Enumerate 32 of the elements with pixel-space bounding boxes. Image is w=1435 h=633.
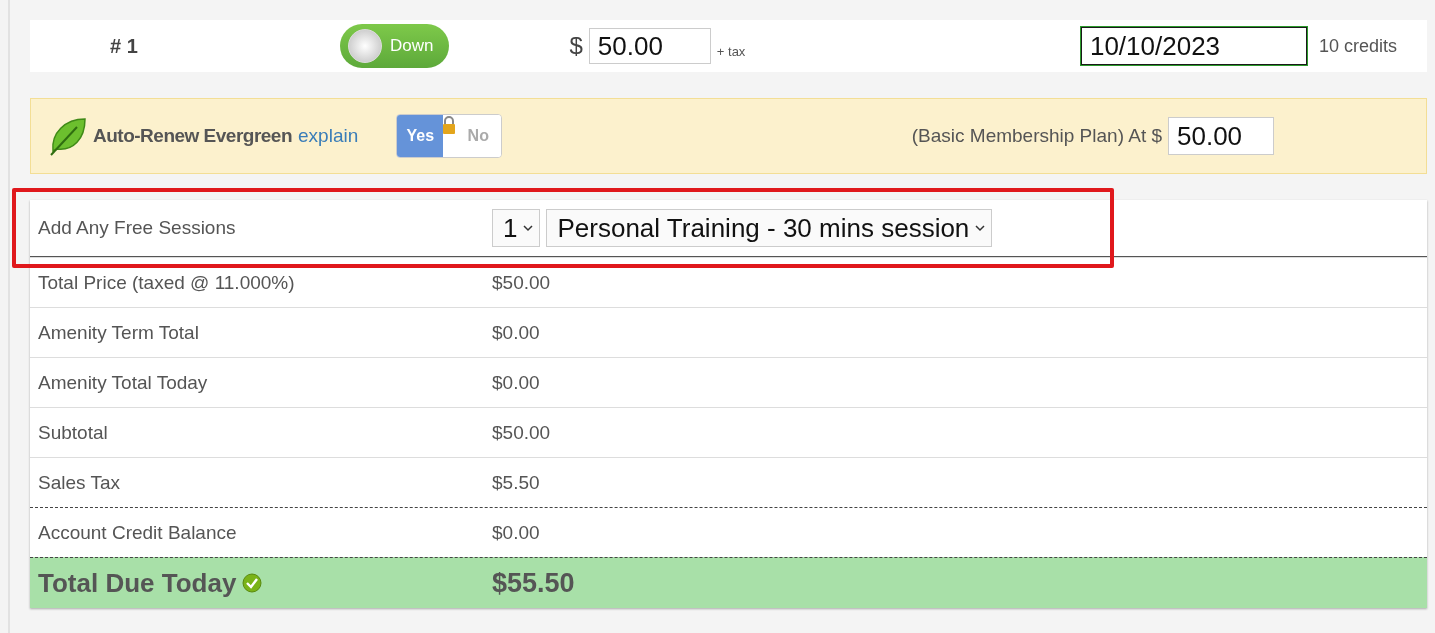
plan-text: (Basic Membership Plan) At $ — [911, 125, 1162, 147]
credits-count: 10 credits — [1318, 35, 1397, 57]
currency-symbol: $ — [569, 32, 583, 60]
row-value: $50.00 — [492, 421, 551, 444]
row-value: $55.50 — [492, 567, 575, 599]
check-icon — [242, 573, 263, 593]
session-select[interactable]: Personal Training - 30 mins session — [546, 209, 993, 247]
row-label: Amenity Term Total — [37, 321, 200, 344]
date-field[interactable]: 10/10/2023 — [1080, 27, 1307, 65]
row-value: $0.00 — [492, 521, 540, 544]
price-field[interactable]: 50.00 — [588, 28, 711, 64]
row-value: $5.50 — [492, 471, 540, 494]
toggle-knob[interactable] — [348, 29, 382, 63]
row-value: $0.00 — [492, 321, 540, 344]
leaf-icon — [47, 115, 89, 157]
row-value: $50.00 — [492, 271, 551, 294]
quantity-select[interactable]: 1 — [492, 209, 541, 247]
auto-renew-title: Auto-Renew Evergreen — [93, 125, 293, 147]
row-label: Total Price (taxed @ 11.000%) — [37, 271, 296, 294]
row-label: Amenity Total Today — [37, 371, 209, 394]
row-label: Total Due Today — [38, 567, 237, 599]
item-number: # 1 — [110, 34, 139, 58]
row-label: Add Any Free Sessions — [37, 217, 237, 239]
row-value: $0.00 — [492, 371, 540, 394]
tax-note: + tax — [716, 43, 746, 59]
caret-icon — [523, 224, 534, 232]
row-label: Sales Tax — [37, 471, 122, 494]
plan-price-field[interactable]: 50.00 — [1168, 117, 1274, 155]
row-label: Account Credit Balance — [37, 521, 238, 544]
row-label: Subtotal — [37, 421, 109, 444]
caret-icon — [975, 224, 986, 232]
explain-link[interactable]: explain — [298, 125, 359, 147]
